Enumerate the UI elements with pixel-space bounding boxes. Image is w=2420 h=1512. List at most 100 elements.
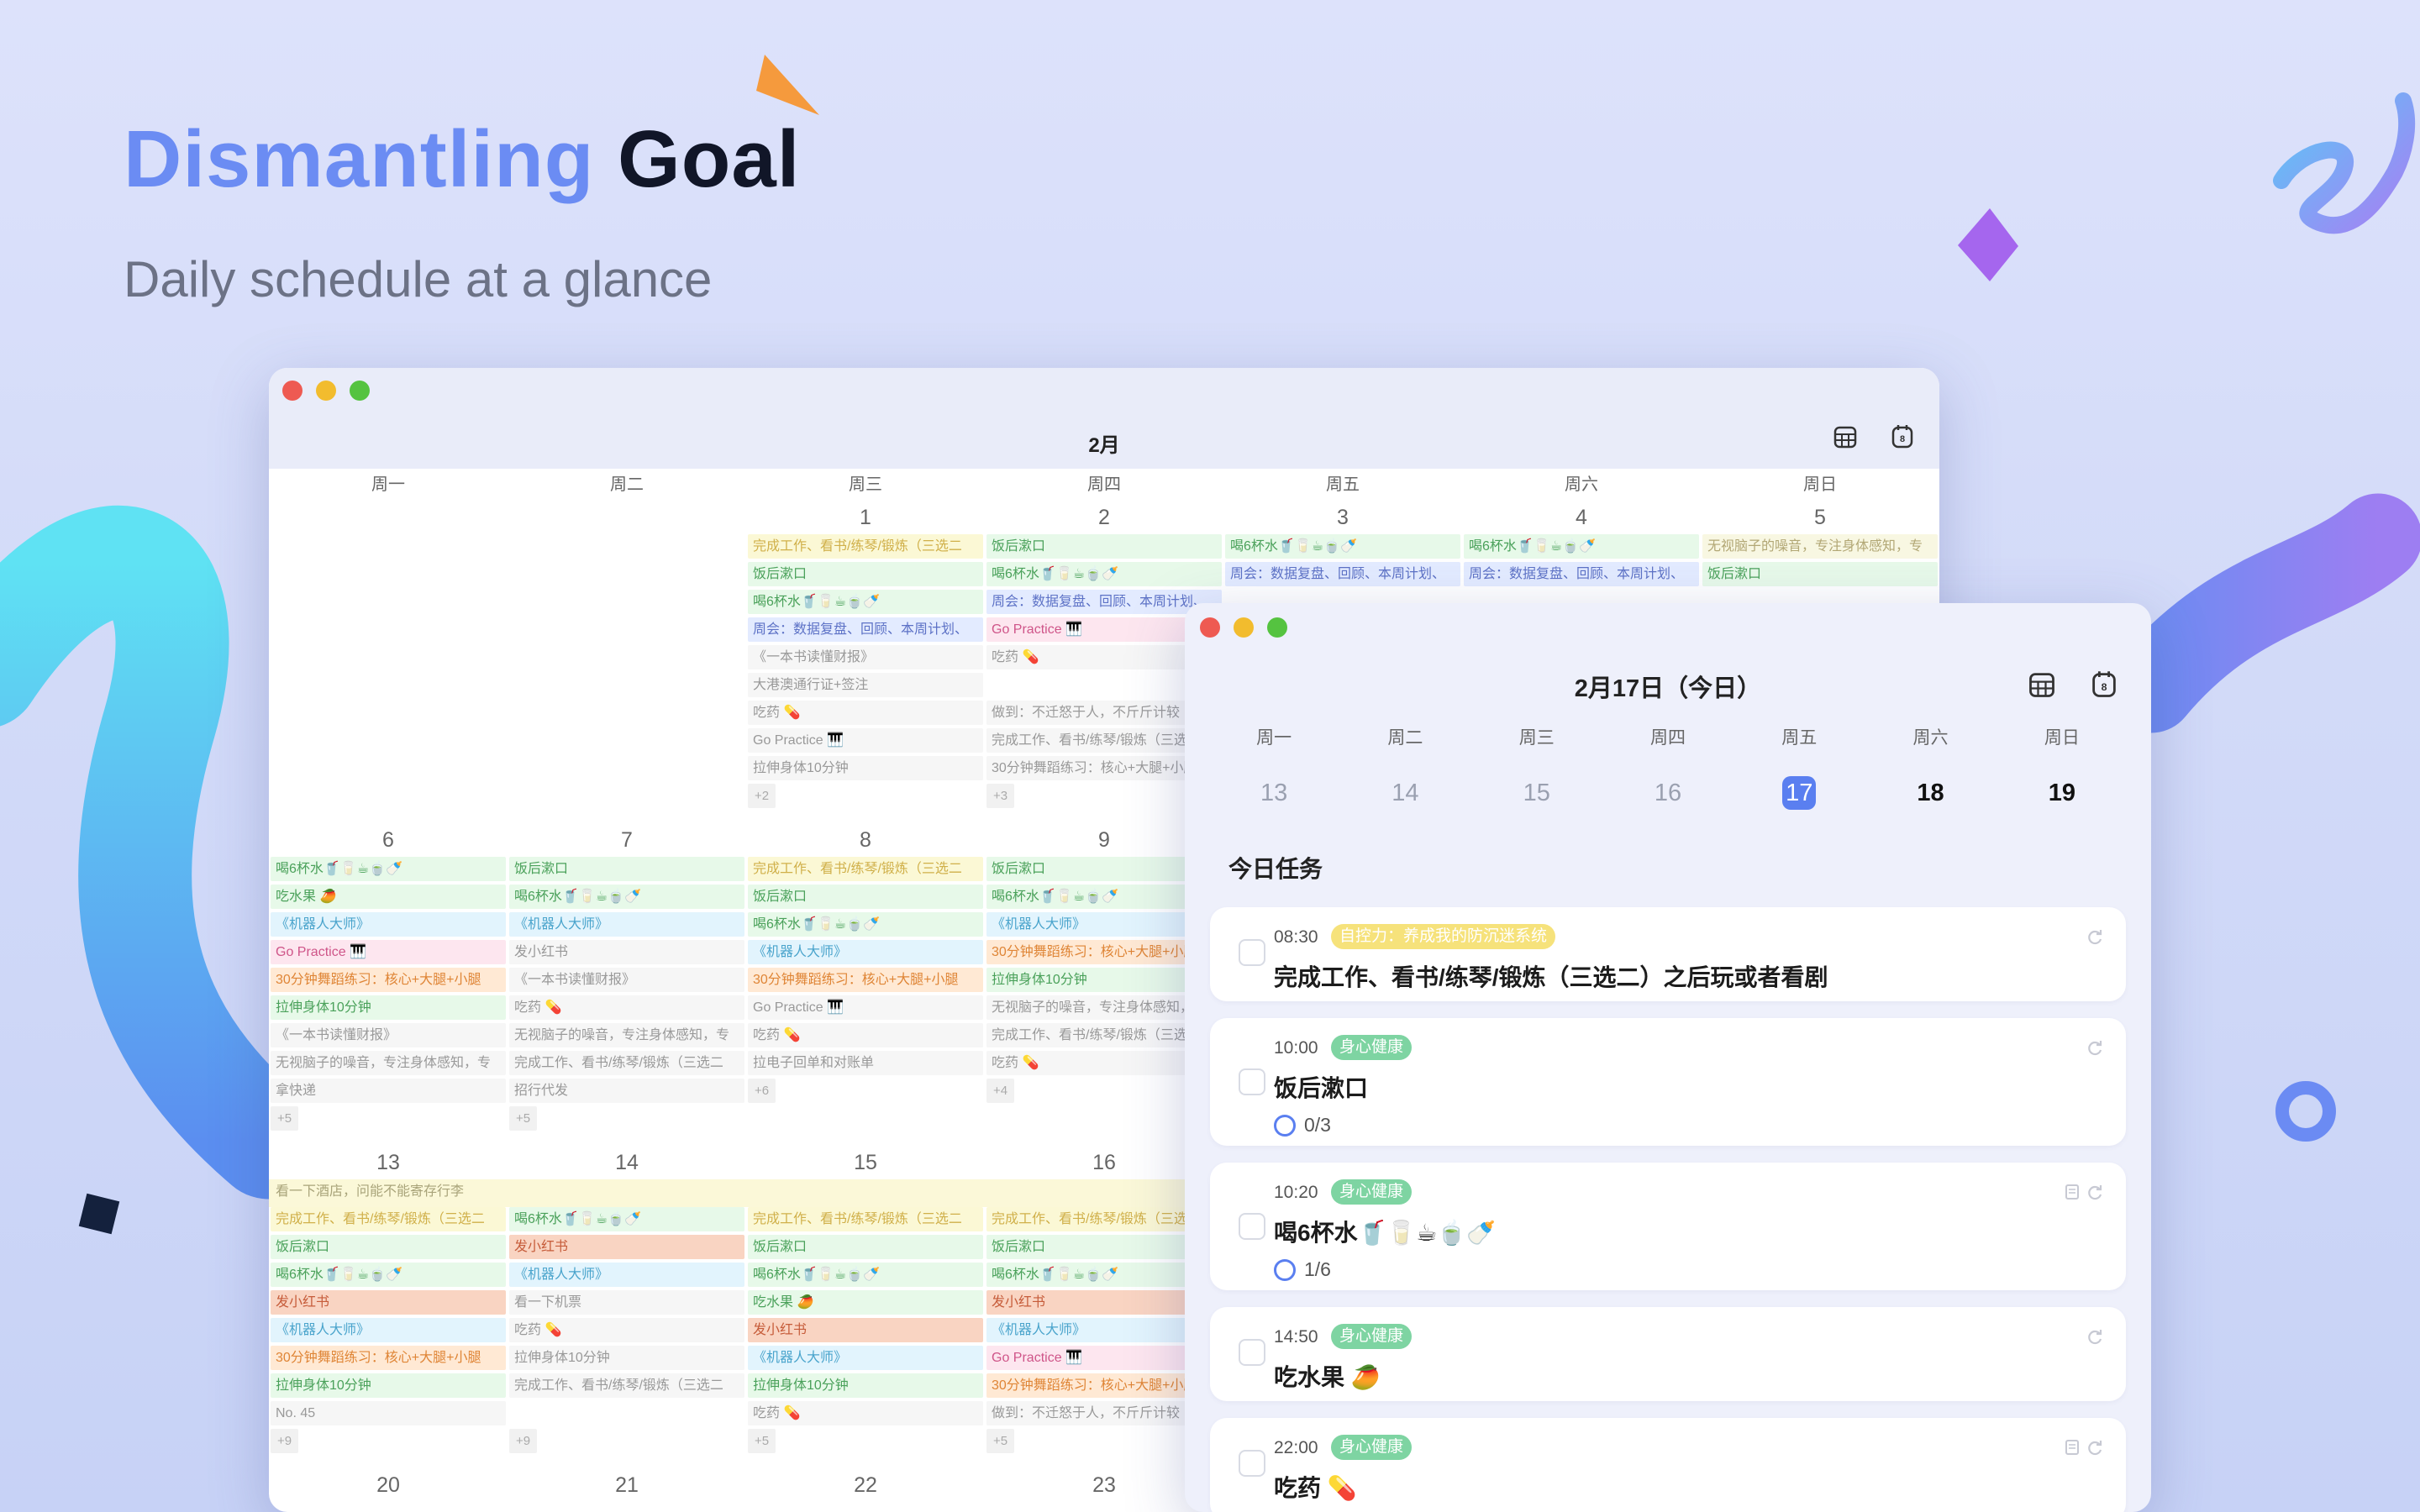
day-cell[interactable]: 20 <box>269 1468 508 1512</box>
week-day[interactable]: 周一 13 <box>1208 727 1339 810</box>
calendar-event[interactable]: 喝6杯水🥤🥛☕🍵🍼 <box>748 912 983 937</box>
calendar-event[interactable]: 无视脑子的噪音，专注身体感知，专 <box>509 1023 744 1047</box>
calendar-event[interactable]: Go Practice 🎹 <box>748 728 983 753</box>
calendar-event[interactable]: 喝6杯水🥤🥛☕🍵🍼 <box>509 885 744 909</box>
task-card[interactable]: 22:00 身心健康 吃药 💊 <box>1210 1418 2126 1512</box>
week-day[interactable]: 周三 15 <box>1471 727 1602 810</box>
minimize-button[interactable] <box>316 381 336 401</box>
calendar-event[interactable]: 完成工作、看书/练琴/锻炼（三选二 <box>509 1373 744 1398</box>
calendar-event[interactable]: 大港澳通行证+签注 <box>748 673 983 697</box>
more-events-badge[interactable]: +9 <box>509 1429 538 1453</box>
week-day[interactable]: 周日 19 <box>1996 727 2128 810</box>
more-events-badge[interactable]: +2 <box>748 784 776 808</box>
task-checkbox[interactable] <box>1239 1213 1265 1240</box>
calendar-event[interactable]: 喝6杯水🥤🥛☕🍵🍼 <box>271 857 506 881</box>
repeat-icon[interactable] <box>2086 1327 2104 1350</box>
calendar-event[interactable]: 吃药 💊 <box>748 1023 983 1047</box>
task-checkbox[interactable] <box>1239 1068 1265 1095</box>
calendar-event[interactable]: Go Practice 🎹 <box>271 940 506 964</box>
calendar-event[interactable]: 完成工作、看书/练琴/锻炼（三选二 <box>748 1207 983 1231</box>
calendar-event[interactable]: 饭后漱口 <box>748 885 983 909</box>
calendar-event[interactable]: 30分钟舞蹈练习：核心+大腿+小腿 <box>271 968 506 992</box>
note-icon[interactable] <box>2064 1438 2081 1461</box>
calendar-event[interactable]: 《机器人大师》 <box>509 1263 744 1287</box>
day-cell[interactable]: 13 完成工作、看书/练琴/锻炼（三选二 饭后漱口 喝6杯水🥤🥛☕🍵🍼 发小红书 《机器人… <box>269 1146 508 1468</box>
calendar-event[interactable]: 喝6杯水🥤🥛☕🍵🍼 <box>1225 534 1460 559</box>
calendar-event[interactable]: 吃药 💊 <box>748 701 983 725</box>
day-cell[interactable]: 8 完成工作、看书/练琴/锻炼（三选二 饭后漱口 喝6杯水🥤🥛☕🍵🍼 《机器人大师》 30… <box>746 823 985 1146</box>
calendar-event[interactable]: 完成工作、看书/练琴/锻炼（三选二 <box>271 1207 506 1231</box>
calendar-event[interactable]: 完成工作、看书/练琴/锻炼（三选二 <box>748 857 983 881</box>
calendar-event[interactable]: 饭后漱口 <box>509 857 744 881</box>
calendar-event[interactable]: 拉伸身体10分钟 <box>748 756 983 780</box>
task-category-tag[interactable]: 身心健康 <box>1331 1435 1413 1460</box>
calendar-event[interactable]: 喝6杯水🥤🥛☕🍵🍼 <box>509 1207 744 1231</box>
day-cell[interactable]: 15 完成工作、看书/练琴/锻炼（三选二 饭后漱口 喝6杯水🥤🥛☕🍵🍼 吃水果 🥭 发小红… <box>746 1146 985 1468</box>
calendar-event[interactable]: 《一本书读懂财报》 <box>271 1023 506 1047</box>
calendar-event[interactable]: 饭后漱口 <box>986 534 1222 559</box>
calendar-event[interactable]: 拉伸身体10分钟 <box>748 1373 983 1398</box>
calendar-event[interactable]: 《机器人大师》 <box>748 940 983 964</box>
grid-calendar-icon[interactable] <box>2027 669 2057 700</box>
calendar-event[interactable]: 喝6杯水🥤🥛☕🍵🍼 <box>748 590 983 614</box>
day-cell[interactable]: 6 喝6杯水🥤🥛☕🍵🍼 吃水果 🥭 《机器人大师》 Go Practice 🎹 30分钟舞… <box>269 823 508 1146</box>
calendar-event[interactable]: Go Practice 🎹 <box>748 995 983 1020</box>
calendar-event[interactable]: 招行代发 <box>509 1079 744 1103</box>
calendar-event[interactable]: 《机器人大师》 <box>509 912 744 937</box>
day-cell[interactable]: 21 <box>508 1468 746 1512</box>
calendar-event[interactable]: 周会：数据复盘、回顾、本周计划、 <box>1464 562 1699 586</box>
more-events-badge[interactable]: +5 <box>986 1429 1015 1453</box>
calendar-event[interactable]: 拉电子回单和对账单 <box>748 1051 983 1075</box>
calendar-event[interactable]: 30分钟舞蹈练习：核心+大腿+小腿 <box>748 968 983 992</box>
calendar-event[interactable]: 30分钟舞蹈练习：核心+大腿+小腿 <box>271 1346 506 1370</box>
calendar-event[interactable]: 拉伸身体10分钟 <box>271 1373 506 1398</box>
close-button[interactable] <box>282 381 302 401</box>
day-cell[interactable]: 22 <box>746 1468 985 1512</box>
calendar-event[interactable]: 《机器人大师》 <box>748 1346 983 1370</box>
more-events-badge[interactable]: +3 <box>986 784 1015 808</box>
calendar-event[interactable]: 喝6杯水🥤🥛☕🍵🍼 <box>986 562 1222 586</box>
calendar-event[interactable]: 吃水果 🥭 <box>748 1290 983 1315</box>
task-card[interactable]: 10:00 身心健康 饭后漱口 0/3 <box>1210 1018 2126 1146</box>
task-card[interactable]: 08:30 自控力：养成我的防沉迷系统 完成工作、看书/练琴/锻炼（三选二）之后玩或… <box>1210 907 2126 1001</box>
calendar-event[interactable]: 拉伸身体10分钟 <box>271 995 506 1020</box>
day-cell[interactable] <box>269 501 508 823</box>
calendar-event[interactable]: 无视脑子的噪音，专注身体感知，专 <box>1702 534 1938 559</box>
more-events-badge[interactable]: +5 <box>748 1429 776 1453</box>
day-calendar-icon[interactable]: 8 <box>1889 423 1916 450</box>
calendar-event[interactable]: 发小红书 <box>509 940 744 964</box>
task-card[interactable]: 10:20 身心健康 喝6杯水🥤🥛☕🍵🍼 1/6 <box>1210 1163 2126 1290</box>
day-calendar-icon[interactable]: 8 <box>2089 669 2119 700</box>
day-cell[interactable]: 1 完成工作、看书/练琴/锻炼（三选二 饭后漱口 喝6杯水🥤🥛☕🍵🍼 周会：数据复盘、回… <box>746 501 985 823</box>
minimize-button[interactable] <box>1234 617 1254 638</box>
calendar-event[interactable]: 发小红书 <box>748 1318 983 1342</box>
calendar-event[interactable]: 发小红书 <box>509 1235 744 1259</box>
week-day[interactable]: 周六 18 <box>1865 727 1996 810</box>
calendar-event[interactable]: 吃药 💊 <box>509 1318 744 1342</box>
calendar-event[interactable]: 发小红书 <box>271 1290 506 1315</box>
more-events-badge[interactable]: +5 <box>509 1106 538 1131</box>
task-checkbox[interactable] <box>1239 939 1265 966</box>
zoom-button[interactable] <box>1267 617 1287 638</box>
more-events-badge[interactable]: +9 <box>271 1429 299 1453</box>
task-category-tag[interactable]: 身心健康 <box>1331 1179 1413 1205</box>
week-day[interactable]: 周五 17 <box>1733 727 1865 810</box>
calendar-event[interactable]: 喝6杯水🥤🥛☕🍵🍼 <box>748 1263 983 1287</box>
repeat-icon[interactable] <box>2086 1183 2104 1205</box>
calendar-event[interactable]: 拉伸身体10分钟 <box>509 1346 744 1370</box>
calendar-event[interactable]: 饭后漱口 <box>1702 562 1938 586</box>
task-checkbox[interactable] <box>1239 1450 1265 1477</box>
calendar-event[interactable]: 《机器人大师》 <box>271 912 506 937</box>
task-category-tag[interactable]: 身心健康 <box>1331 1035 1413 1060</box>
calendar-event[interactable]: 周会：数据复盘、回顾、本周计划、 <box>748 617 983 642</box>
calendar-event[interactable]: 吃水果 🥭 <box>271 885 506 909</box>
note-icon[interactable] <box>2064 1183 2081 1205</box>
calendar-event[interactable]: No. 45 <box>271 1401 506 1425</box>
repeat-icon[interactable] <box>2086 927 2104 950</box>
calendar-event[interactable]: 饭后漱口 <box>748 562 983 586</box>
calendar-event[interactable]: 《一本书读懂财报》 <box>748 645 983 669</box>
week-day[interactable]: 周二 14 <box>1339 727 1470 810</box>
calendar-event[interactable]: 吃药 💊 <box>748 1401 983 1425</box>
calendar-event[interactable]: 拿快递 <box>271 1079 506 1103</box>
calendar-event[interactable]: 饭后漱口 <box>271 1235 506 1259</box>
